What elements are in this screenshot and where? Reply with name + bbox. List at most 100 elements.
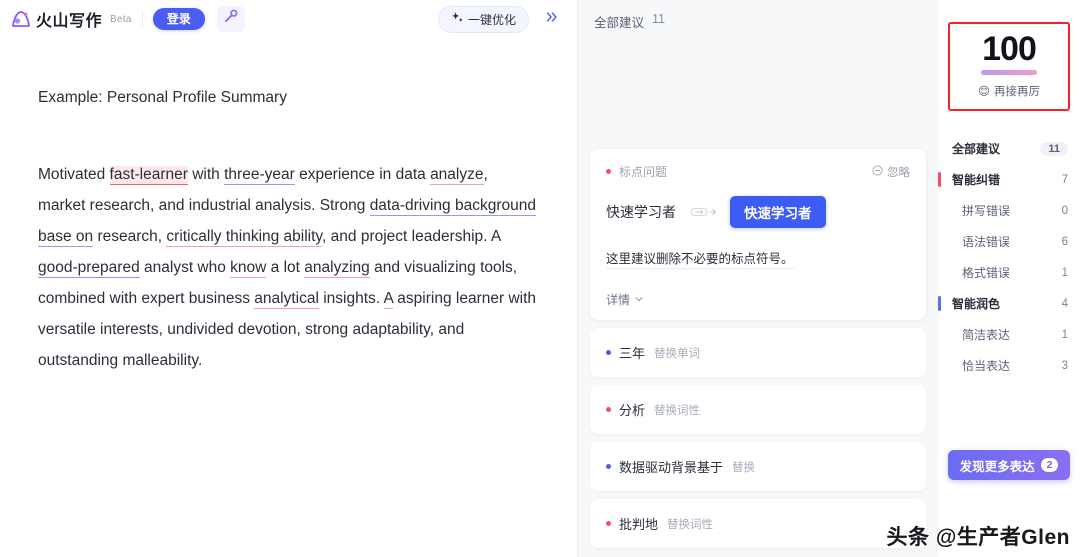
- doc-text: insights.: [318, 289, 384, 307]
- score-progress-bar: [981, 70, 1037, 75]
- doc-text: Motivated: [38, 165, 110, 183]
- detail-label: 详情: [606, 293, 631, 307]
- category-row-拼写错误[interactable]: 拼写错误 0: [938, 195, 1080, 226]
- suggestion-item-action: 替换词性: [654, 404, 701, 417]
- suggestion-item-action: 替换单词: [654, 347, 701, 360]
- document-area[interactable]: Example: Personal Profile Summary Motiva…: [0, 38, 577, 376]
- suggestion-item-word: 三年: [619, 346, 646, 361]
- ignore-label: 忽略: [887, 166, 910, 179]
- category-count: 1: [1061, 328, 1068, 341]
- minus-circle-icon: [872, 164, 883, 179]
- optimize-label: 一键优化: [467, 12, 516, 27]
- brand-logo: 火山写作 Beta: [10, 7, 132, 31]
- suggestion-items-container: 三年 替换单词 分析 替换词性 数据驱动背景基于 替换 批判地 替换词性: [590, 328, 926, 548]
- doc-flagged-text[interactable]: know: [230, 258, 267, 278]
- chevron-down-icon: [634, 293, 644, 307]
- doc-text: analyst who: [139, 258, 231, 276]
- doc-text: research,: [93, 227, 167, 245]
- app-root: 火山写作 Beta 登录 一键优化 Example: Personal Prof…: [0, 0, 1080, 557]
- discover-more-expressions-button[interactable]: 发现更多表达 2: [948, 450, 1070, 480]
- suggestion-item-dot: [606, 407, 611, 412]
- suggestion-list-item[interactable]: 分析 替换词性: [590, 385, 926, 434]
- category-count: 7: [1061, 173, 1068, 186]
- arrow-right-icon: [686, 206, 720, 218]
- suggestion-list-item[interactable]: 三年 替换单词: [590, 328, 926, 377]
- suggestion-item-dot: [606, 521, 611, 526]
- document-title: Example: Personal Profile Summary: [38, 89, 287, 106]
- category-count: 3: [1061, 359, 1068, 372]
- category-row-格式错误[interactable]: 格式错误 1: [938, 257, 1080, 288]
- doc-flagged-text[interactable]: analytical: [254, 289, 319, 309]
- suggestions-header: 全部建议 11: [578, 0, 938, 31]
- suggestions-header-count: 11: [652, 12, 665, 26]
- category-count: 0: [1061, 204, 1068, 217]
- doc-flagged-text[interactable]: good-prepared: [38, 258, 140, 278]
- category-accent-bar: [938, 172, 941, 187]
- category-accent-bar: [938, 296, 941, 311]
- toolbar-right-group: 一键优化: [437, 5, 565, 33]
- more-button-badge: 2: [1040, 458, 1059, 472]
- apply-replacement-button[interactable]: 快速学习者: [730, 196, 826, 228]
- magic-wand-icon: [223, 9, 238, 29]
- category-row-智能纠错[interactable]: 智能纠错 7: [938, 164, 1080, 195]
- score-label-row: 😊 再接再厉: [950, 83, 1068, 99]
- suggestion-list-item[interactable]: 批判地 替换词性: [590, 499, 926, 548]
- category-name: 智能润色: [952, 297, 1001, 311]
- category-name: 拼写错误: [962, 204, 1011, 218]
- doc-flagged-text[interactable]: analyzing: [304, 258, 370, 278]
- category-count: 4: [1061, 297, 1068, 310]
- toolbar-divider: [141, 11, 143, 27]
- beta-tag: Beta: [110, 13, 132, 25]
- active-suggestion-card[interactable]: 标点问题 忽略 快速学习者 快速学习者 这里建议删除不必要的标点符号。 详情: [590, 149, 926, 320]
- suggestion-item-word: 批判地: [619, 517, 659, 532]
- score-highlight-box: 100 😊 再接再厉: [948, 22, 1070, 111]
- suggestion-list-item[interactable]: 数据驱动背景基于 替换: [590, 442, 926, 491]
- category-name: 简洁表达: [962, 328, 1011, 342]
- category-row-简洁表达[interactable]: 简洁表达 1: [938, 319, 1080, 350]
- suggestions-list: 标点问题 忽略 快速学习者 快速学习者 这里建议删除不必要的标点符号。 详情 三…: [578, 149, 938, 548]
- category-count: 6: [1061, 235, 1068, 248]
- one-click-optimize-button[interactable]: 一键优化: [437, 5, 529, 33]
- watermark: 头条 @生产者Glen: [886, 526, 1070, 549]
- sparkle-icon: [451, 11, 464, 27]
- doc-flagged-text[interactable]: analyze: [430, 165, 484, 185]
- document-body[interactable]: Motivated fast-learner with three-year e…: [38, 159, 539, 376]
- score-value: 100: [982, 30, 1037, 68]
- category-row-语法错误[interactable]: 语法错误 6: [938, 226, 1080, 257]
- doc-flagged-text[interactable]: three-year: [224, 165, 295, 185]
- original-word: 快速学习者: [606, 204, 676, 220]
- replacement-row: 快速学习者 快速学习者: [606, 196, 910, 228]
- suggestion-description: 这里建议删除不必要的标点符号。: [606, 248, 794, 269]
- category-name: 智能纠错: [952, 173, 1001, 187]
- suggestion-type-label: 标点问题: [619, 165, 668, 179]
- category-name: 格式错误: [962, 266, 1011, 280]
- doc-text: a lot: [266, 258, 305, 276]
- suggestion-item-action: 替换词性: [667, 518, 714, 531]
- suggestion-item-action: 替换: [732, 461, 756, 474]
- magic-wand-button[interactable]: [216, 6, 245, 32]
- more-button-label: 发现更多表达: [959, 459, 1035, 474]
- suggestion-detail-toggle[interactable]: 详情: [606, 291, 910, 308]
- doc-flagged-text[interactable]: fast-learner: [109, 165, 188, 185]
- category-row-智能润色[interactable]: 智能润色 4: [938, 288, 1080, 319]
- category-list: 全部建议 11 智能纠错 7 拼写错误 0 语法错误 6 格式错误 1 智能润色 4 简洁表达 1 恰当表达…: [938, 133, 1080, 381]
- category-name: 恰当表达: [962, 359, 1011, 373]
- score-label: 再接再厉: [994, 86, 1040, 98]
- category-row-恰当表达[interactable]: 恰当表达 3: [938, 350, 1080, 381]
- category-count: 11: [1040, 141, 1068, 156]
- suggestion-card-header: 标点问题 忽略: [606, 163, 910, 180]
- category-name: 全部建议: [952, 142, 1001, 156]
- suggestion-type-dot: [606, 169, 611, 174]
- login-button[interactable]: 登录: [152, 8, 205, 30]
- doc-flagged-text[interactable]: A: [383, 289, 393, 309]
- doc-flagged-text[interactable]: critically thinking ability: [166, 227, 323, 247]
- chevron-double-right-icon: [545, 10, 559, 28]
- suggestions-header-label: 全部建议: [594, 16, 645, 30]
- ignore-button[interactable]: 忽略: [872, 164, 910, 180]
- smiley-emoji-icon: 😊: [978, 86, 990, 98]
- volcano-logo-icon: [10, 9, 32, 29]
- collapse-panel-button[interactable]: [539, 6, 565, 32]
- suggestions-column: 全部建议 11 标点问题 忽略 快速学习者 快速学习者 这里建议删除不必要的标点…: [578, 0, 938, 557]
- category-row-全部建议[interactable]: 全部建议 11: [938, 133, 1080, 164]
- category-count: 1: [1061, 266, 1068, 279]
